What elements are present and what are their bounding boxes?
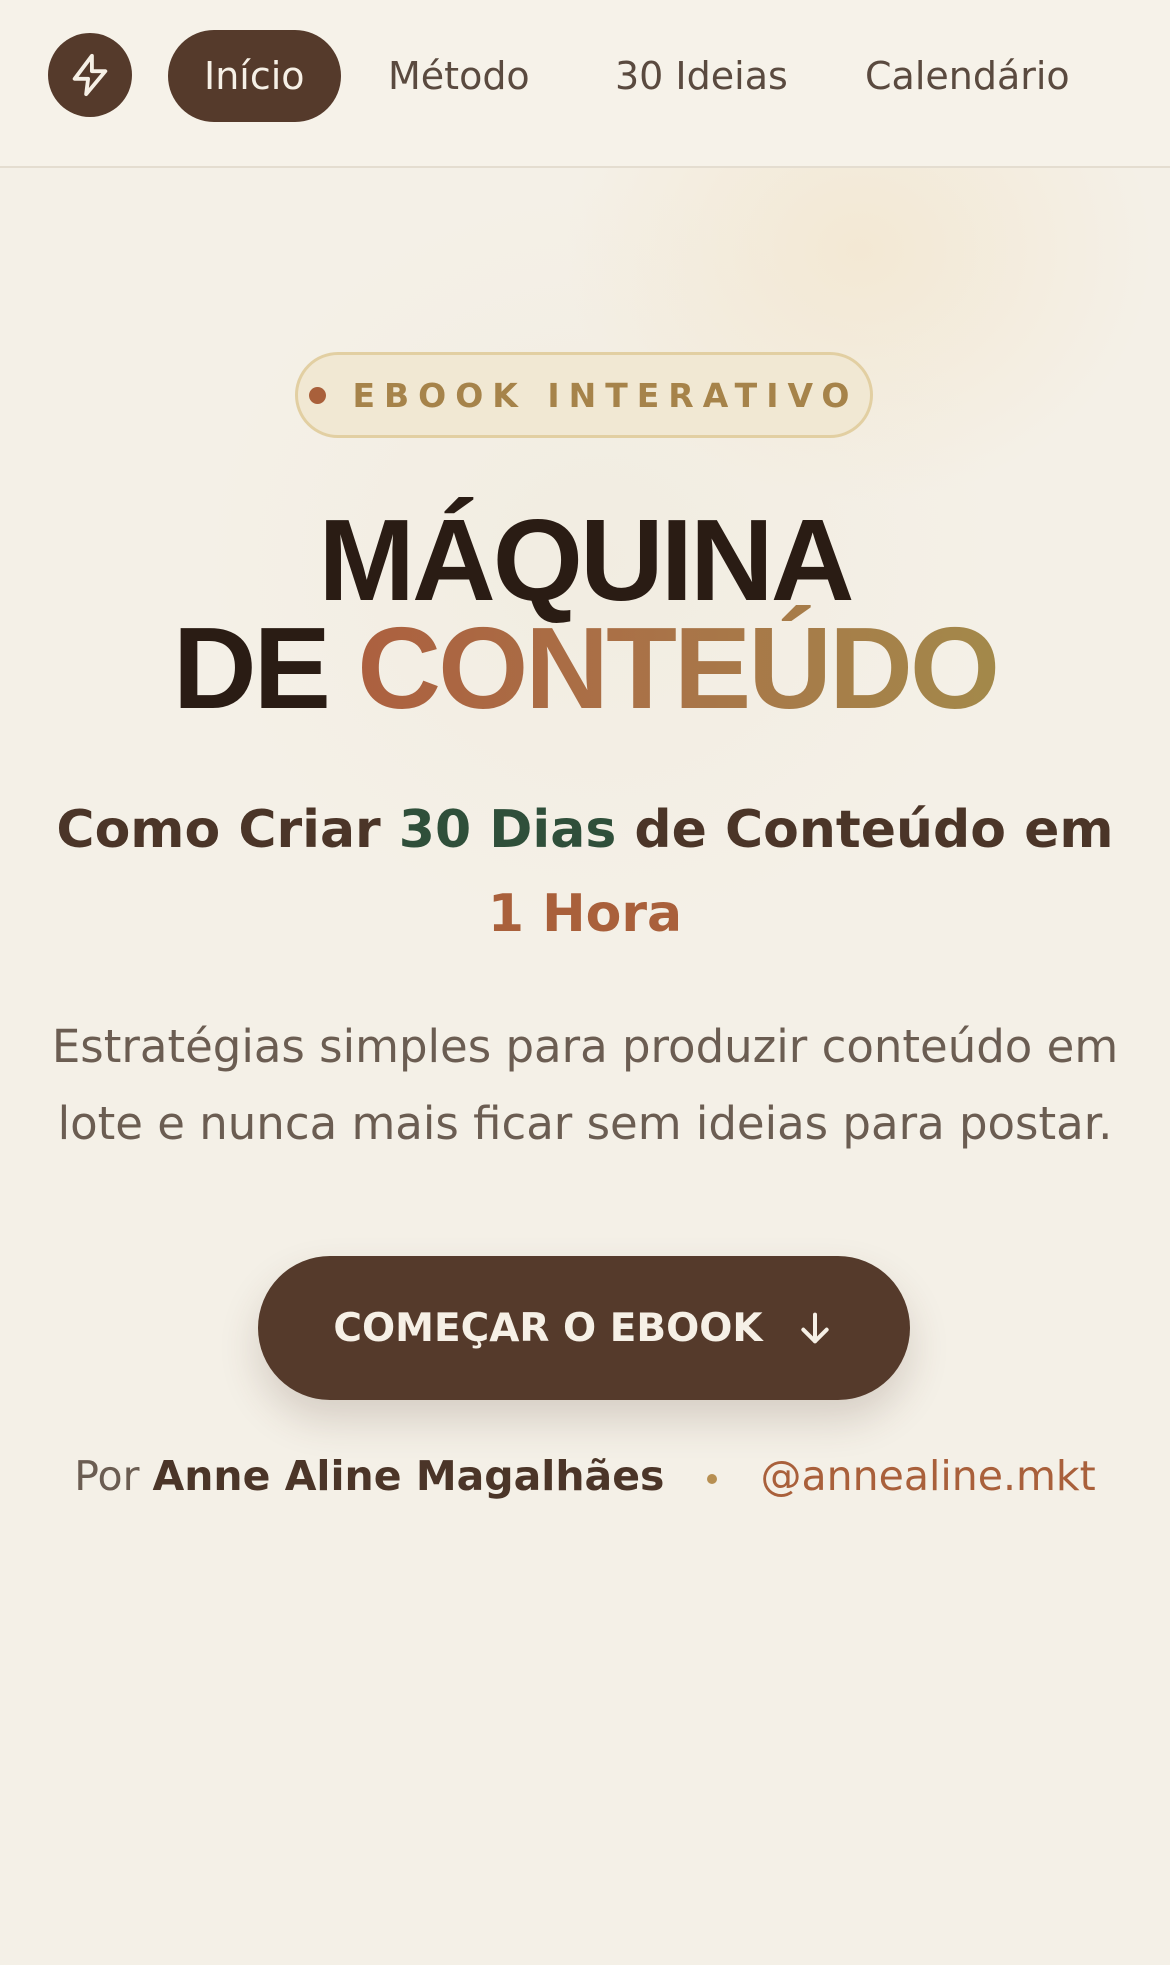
page-subtitle: Como Criar 30 Dias de Conteúdo em 1 Hora bbox=[50, 788, 1120, 956]
title-line-2: DE CONTEÚDO bbox=[0, 610, 1170, 726]
logo-button[interactable] bbox=[48, 33, 132, 117]
subtitle-part-2: de Conteúdo em bbox=[634, 800, 1114, 860]
hero-description: Estratégias simples para produzir conteú… bbox=[51, 1020, 1119, 1150]
title-word-conteudo: CONTEÚDO bbox=[357, 603, 1000, 733]
nav-item-30-ideias[interactable]: 30 Ideias bbox=[615, 30, 788, 122]
author-byline: Por Anne Aline Magalhães @annealine.mkt bbox=[0, 1452, 1170, 1500]
nav-item-metodo[interactable]: Método bbox=[388, 30, 530, 122]
top-navigation: Início Método 30 Ideias Calendário bbox=[0, 0, 1170, 168]
subtitle-part-1: Como Criar bbox=[56, 800, 381, 860]
author-name: Anne Aline Magalhães bbox=[152, 1452, 665, 1500]
start-ebook-button[interactable]: COMEÇAR O EBOOK bbox=[258, 1256, 910, 1400]
title-word-de: DE bbox=[172, 603, 331, 733]
title-line-1: MÁQUINA bbox=[318, 495, 854, 625]
subtitle-highlight-days: 30 Dias bbox=[398, 800, 617, 860]
author-handle-link[interactable]: @annealine.mkt bbox=[761, 1452, 1096, 1500]
badge-dot-icon bbox=[309, 386, 327, 404]
badge-label: EBOOK INTERATIVO bbox=[352, 375, 859, 415]
page-title: MÁQUINA DE CONTEÚDO bbox=[0, 495, 1170, 726]
arrow-down-icon bbox=[800, 1312, 829, 1344]
start-ebook-label: COMEÇAR O EBOOK bbox=[333, 1305, 763, 1351]
subtitle-highlight-hour: 1 Hora bbox=[487, 884, 683, 944]
byline-prefix: Por bbox=[74, 1452, 140, 1500]
background-glow bbox=[0, 0, 1170, 1965]
nav-item-inicio[interactable]: Início bbox=[168, 30, 341, 122]
ebook-badge: EBOOK INTERATIVO bbox=[295, 352, 873, 438]
byline-separator-dot bbox=[707, 1474, 718, 1484]
lightning-bolt-icon bbox=[72, 53, 108, 97]
nav-item-calendario[interactable]: Calendário bbox=[865, 30, 1070, 122]
